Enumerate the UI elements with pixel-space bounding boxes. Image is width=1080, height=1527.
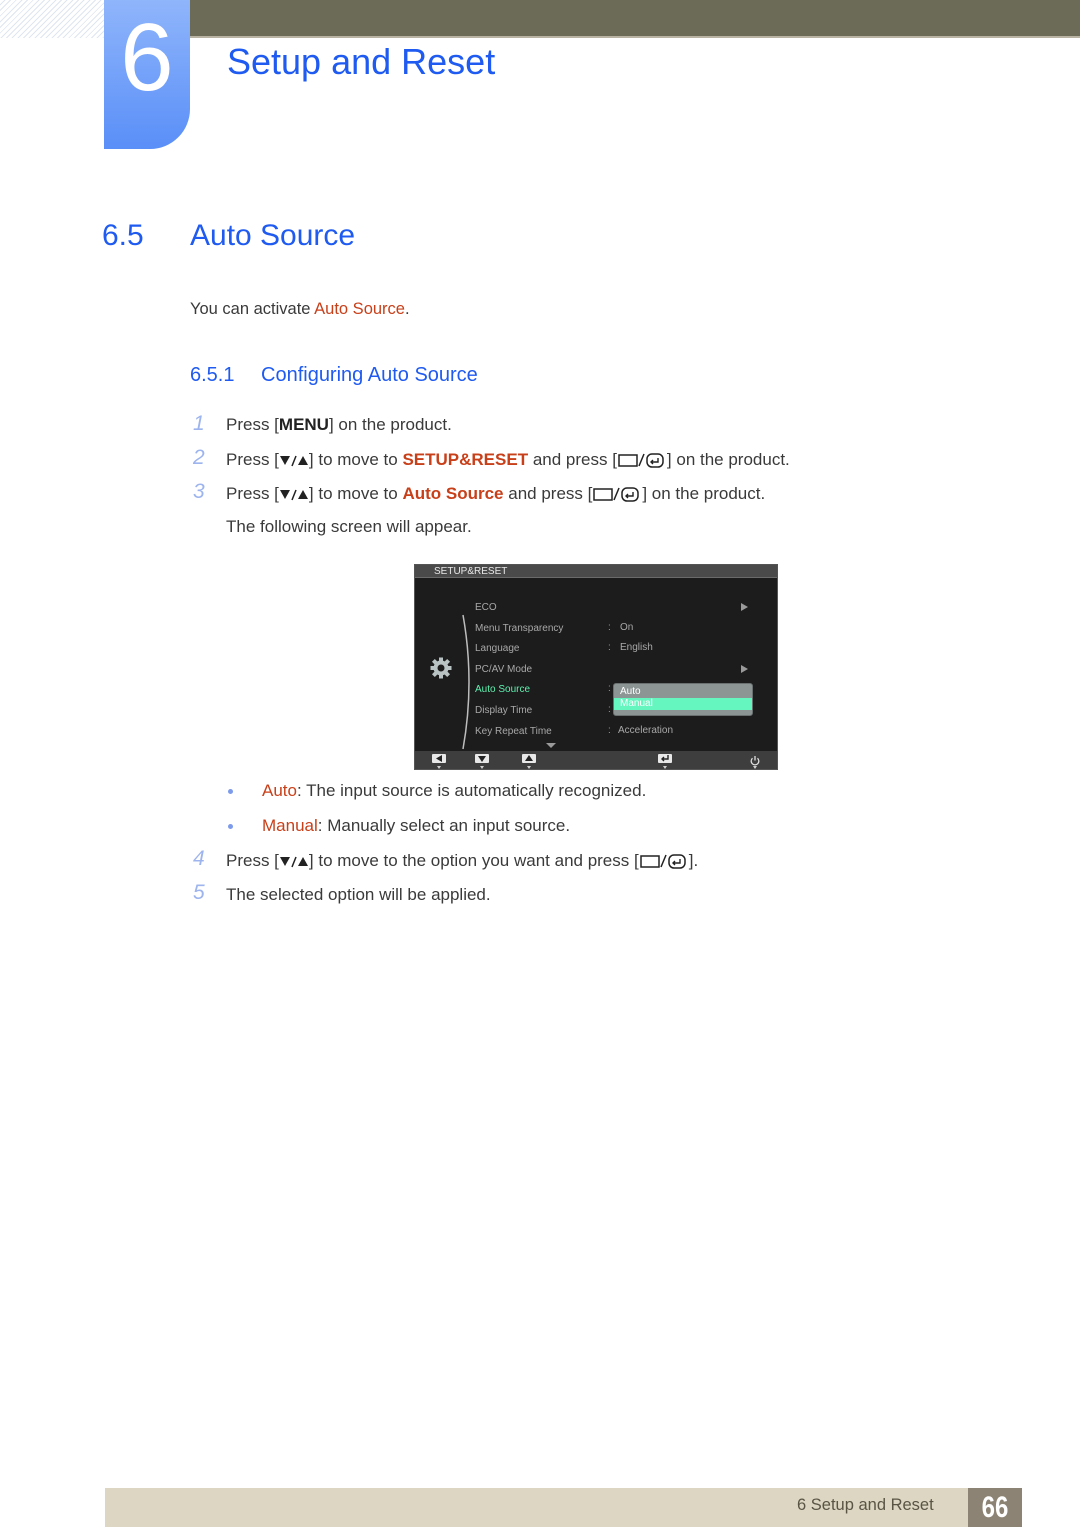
osd-button-bar bbox=[415, 751, 777, 769]
step-5-text: The selected option will be applied. bbox=[226, 885, 491, 904]
step-text-part: ] to move to bbox=[308, 450, 403, 469]
footer-section-label: 6 Setup and Reset bbox=[797, 1496, 934, 1514]
up-arrow-icon[interactable] bbox=[522, 754, 536, 763]
osd-colon: : bbox=[608, 725, 611, 736]
gear-icon bbox=[430, 657, 452, 679]
bullet-term: Auto bbox=[262, 781, 297, 800]
step-text-part: Press [ bbox=[226, 484, 279, 503]
chapter-title: Setup and Reset bbox=[227, 41, 496, 82]
bullet-auto: Auto: The input source is automatically … bbox=[262, 780, 646, 802]
subsection-number: 6.5.1 bbox=[190, 364, 235, 386]
step-number: 4 bbox=[193, 847, 205, 870]
button-indicator bbox=[480, 766, 484, 769]
osd-menu-screen: SETUP&RESET ECO Menu Transparency : On L… bbox=[414, 564, 778, 770]
auto-source-highlight: Auto Source bbox=[402, 484, 504, 503]
intro-highlight: Auto Source bbox=[314, 300, 405, 318]
step-text-part: ] on the product. bbox=[642, 484, 766, 503]
button-indicator bbox=[437, 766, 441, 769]
source-enter-icon bbox=[639, 853, 689, 875]
section-intro: You can activate Auto Source. bbox=[190, 298, 410, 320]
step-text-part: Press [ bbox=[226, 450, 279, 469]
popup-option-auto[interactable]: Auto bbox=[614, 686, 752, 698]
bullet-term: Manual bbox=[262, 816, 318, 835]
osd-value-key-repeat-time: Acceleration bbox=[618, 725, 674, 736]
bullet-dot bbox=[228, 824, 233, 829]
step-number: 2 bbox=[193, 446, 205, 469]
header-top-bar bbox=[190, 0, 1080, 38]
power-icon[interactable] bbox=[749, 753, 761, 766]
osd-item-auto-source[interactable]: Auto Source bbox=[475, 684, 530, 696]
osd-item-eco[interactable]: ECO bbox=[475, 602, 497, 614]
osd-colon: : bbox=[608, 622, 611, 633]
step-text-part: ] on the product. bbox=[328, 415, 452, 434]
osd-title: SETUP&RESET bbox=[434, 566, 508, 577]
osd-value-menu-transparency: On bbox=[620, 622, 634, 633]
step-text-part: Press [ bbox=[226, 851, 279, 870]
down-up-arrow-icon bbox=[279, 486, 309, 508]
bullet-dot bbox=[228, 789, 233, 794]
step-text-part: ] to move to bbox=[308, 484, 403, 503]
intro-prefix: You can activate bbox=[190, 300, 315, 318]
step-text-part: Press [ bbox=[226, 415, 279, 434]
menu-key-label: MENU bbox=[278, 415, 329, 434]
intro-suffix: . bbox=[404, 300, 410, 318]
down-up-arrow-icon bbox=[279, 853, 309, 875]
auto-source-options-popup: Auto Manual bbox=[613, 683, 753, 716]
step-2-text: Press [ ] to move to SETUP&RESET and pres… bbox=[226, 449, 790, 474]
osd-colon: : bbox=[608, 683, 611, 694]
submenu-arrow-icon bbox=[741, 665, 748, 673]
osd-colon: : bbox=[608, 642, 611, 653]
bullet-desc: : Manually select an input source. bbox=[317, 816, 571, 835]
page-number: 66 bbox=[981, 1491, 1009, 1524]
step-text-part: ]. bbox=[688, 851, 699, 870]
section-title: Auto Source bbox=[190, 219, 356, 252]
button-indicator bbox=[753, 766, 757, 769]
step-note: The following screen will appear. bbox=[226, 517, 472, 536]
step-4-text: Press [ ] to move to the option you want … bbox=[226, 850, 698, 875]
subsection-title: Configuring Auto Source bbox=[261, 364, 478, 386]
source-enter-icon bbox=[592, 486, 642, 508]
down-up-arrow-icon bbox=[279, 452, 309, 474]
step-3-text: Press [ ] to move to Auto Source and pres… bbox=[226, 483, 765, 508]
down-arrow-icon[interactable] bbox=[475, 754, 489, 763]
step-number: 1 bbox=[193, 412, 205, 435]
popup-option-manual[interactable]: Manual bbox=[614, 698, 752, 710]
header-hatch-decoration bbox=[0, 0, 104, 38]
chapter-number: 6 bbox=[120, 4, 174, 111]
enter-icon[interactable] bbox=[658, 754, 672, 763]
osd-item-pc-av-mode[interactable]: PC/AV Mode bbox=[475, 664, 532, 676]
osd-colon: : bbox=[608, 704, 611, 715]
osd-value-language: English bbox=[620, 642, 653, 653]
step-number: 5 bbox=[193, 881, 205, 904]
source-enter-icon bbox=[617, 452, 667, 474]
section-number: 6.5 bbox=[102, 219, 144, 252]
step-text-part: ] on the product. bbox=[666, 450, 790, 469]
step-text-part: and press [ bbox=[503, 484, 593, 503]
step-text-part: and press [ bbox=[528, 450, 617, 469]
button-indicator bbox=[663, 766, 667, 769]
step-1-text: Press [MENU] on the product. bbox=[226, 414, 452, 436]
bullet-manual: Manual: Manually select an input source. bbox=[262, 815, 570, 837]
osd-item-display-time[interactable]: Display Time bbox=[475, 705, 532, 717]
step-number: 3 bbox=[193, 480, 205, 503]
left-arrow-icon[interactable] bbox=[432, 754, 446, 763]
step-text-part: ] to move to the option you want and pre… bbox=[308, 851, 639, 870]
more-items-down-icon bbox=[546, 743, 556, 748]
submenu-arrow-icon bbox=[741, 603, 748, 611]
bullet-desc: : The input source is automatically reco… bbox=[296, 781, 647, 800]
osd-item-key-repeat-time[interactable]: Key Repeat Time bbox=[475, 726, 552, 738]
osd-item-language[interactable]: Language bbox=[475, 643, 520, 655]
osd-item-menu-transparency[interactable]: Menu Transparency bbox=[475, 623, 563, 635]
button-indicator bbox=[527, 766, 531, 769]
setup-reset-highlight: SETUP&RESET bbox=[402, 450, 529, 469]
